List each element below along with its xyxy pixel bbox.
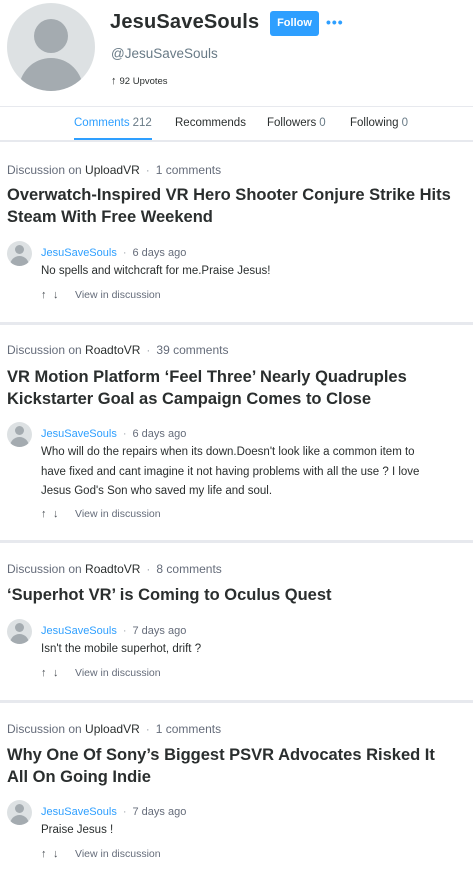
avatar-body-shape <box>19 58 83 91</box>
tab-label: Following <box>350 117 399 129</box>
comment-author[interactable]: JesuSaveSouls <box>41 428 117 440</box>
comment-author-line: JesuSaveSouls · 6 days ago <box>41 247 186 259</box>
discussion-meta: Discussion on UploadVR · 1 comments <box>7 163 221 177</box>
avatar-body-shape <box>10 815 29 825</box>
discussion-prefix: Discussion on <box>7 163 82 177</box>
discussion-prefix: Discussion on <box>7 343 82 357</box>
comment-text: Who will do the repairs when its down.Do… <box>41 446 420 497</box>
comment-avatar[interactable] <box>7 422 32 447</box>
discussion-item: Discussion on UploadVR · 1 comments Overwa… <box>0 143 473 323</box>
profile-username: JesuSaveSouls <box>110 11 260 33</box>
profile-tabs: Comments 212 Recommends Followers 0 Follow… <box>0 107 473 142</box>
avatar-head-shape <box>15 245 24 254</box>
forum-link[interactable]: UploadVR <box>85 163 140 177</box>
comment-time[interactable]: 7 days ago <box>133 625 187 637</box>
tab-label: Comments <box>74 117 130 129</box>
avatar-body-shape <box>10 437 29 447</box>
comment-actions: ↑ ↓ View in discussion <box>41 289 161 301</box>
tab-following[interactable]: Following 0 <box>350 117 408 129</box>
comment-author[interactable]: JesuSaveSouls <box>41 625 117 637</box>
profile-handle: @JesuSaveSouls <box>111 46 218 61</box>
separator-dot: · <box>145 722 150 736</box>
comment-text: Isn't the mobile superhot, drift ? <box>41 643 202 655</box>
discussion-item: Discussion on RoadtoVR · 39 comments VR Mo… <box>0 325 473 540</box>
separator-dot: · <box>146 562 151 576</box>
avatar-head-shape <box>15 623 24 632</box>
upvote-icon[interactable]: ↑ <box>41 848 53 860</box>
downvote-icon[interactable]: ↓ <box>53 508 65 520</box>
separator-dot: · <box>122 806 127 818</box>
tab-label: Followers <box>267 117 317 129</box>
comment-actions: ↑ ↓ View in discussion <box>41 667 161 679</box>
avatar-head-shape <box>34 19 68 53</box>
comment-time[interactable]: 6 days ago <box>133 247 187 259</box>
discussion-prefix: Discussion on <box>7 722 82 736</box>
tab-count: 212 <box>132 117 152 129</box>
tab-followers[interactable]: Followers 0 <box>267 117 326 129</box>
view-in-discussion-link[interactable]: View in discussion <box>75 848 161 860</box>
comment-author[interactable]: JesuSaveSouls <box>41 806 117 818</box>
upvotes-count: ↑ 92 Upvotes <box>111 75 168 87</box>
discussion-title[interactable]: Overwatch-Inspired VR Hero Shooter Conju… <box>7 184 459 228</box>
separator-dot: · <box>122 625 127 637</box>
view-in-discussion-link[interactable]: View in discussion <box>75 508 161 520</box>
separator-dot: · <box>122 428 127 440</box>
avatar-head-shape <box>15 804 24 813</box>
comment-author-line: JesuSaveSouls · 6 days ago <box>41 428 186 440</box>
view-in-discussion-link[interactable]: View in discussion <box>75 667 161 679</box>
comment-avatar[interactable] <box>7 800 32 825</box>
downvote-icon[interactable]: ↓ <box>53 667 65 679</box>
upvote-arrow-icon: ↑ <box>111 75 117 87</box>
avatar-body-shape <box>10 634 29 644</box>
profile-header: JesuSaveSouls Follow ••• @JesuSaveSouls … <box>0 0 473 107</box>
upvote-icon[interactable]: ↑ <box>41 667 53 679</box>
avatar-body-shape <box>10 256 29 266</box>
comment-count[interactable]: 39 comments <box>156 343 228 357</box>
upvote-icon[interactable]: ↑ <box>41 289 53 301</box>
tab-count: 0 <box>401 117 408 129</box>
tab-label: Recommends <box>175 117 246 129</box>
avatar-head-shape <box>15 426 24 435</box>
tab-recommends[interactable]: Recommends <box>175 117 246 129</box>
tab-comments[interactable]: Comments 212 <box>74 117 152 140</box>
comment-author-line: JesuSaveSouls · 7 days ago <box>41 625 186 637</box>
forum-link[interactable]: RoadtoVR <box>85 562 140 576</box>
comment-text: Praise Jesus ! <box>41 824 114 836</box>
discussion-prefix: Discussion on <box>7 562 82 576</box>
forum-link[interactable]: UploadVR <box>85 722 140 736</box>
tab-count: 0 <box>319 117 326 129</box>
comment-author-line: JesuSaveSouls · 7 days ago <box>41 806 186 818</box>
discussion-title[interactable]: Why One Of Sony’s Biggest PSVR Advocates… <box>7 744 459 788</box>
separator-dot: · <box>145 163 150 177</box>
upvotes-label: 92 Upvotes <box>119 76 168 87</box>
comment-time[interactable]: 6 days ago <box>133 428 187 440</box>
separator-dot: · <box>146 343 151 357</box>
discussion-item: Discussion on RoadtoVR · 8 comments ‘Super… <box>0 543 473 700</box>
discussion-title[interactable]: VR Motion Platform ‘Feel Three’ Nearly Q… <box>7 366 459 410</box>
view-in-discussion-link[interactable]: View in discussion <box>75 289 161 301</box>
avatar[interactable] <box>7 3 95 91</box>
comment-count[interactable]: 1 comments <box>156 722 221 736</box>
downvote-icon[interactable]: ↓ <box>53 289 65 301</box>
comment-text: No spells and witchcraft for me.Praise J… <box>41 265 271 277</box>
comment-author[interactable]: JesuSaveSouls <box>41 247 117 259</box>
discussion-meta: Discussion on RoadtoVR · 8 comments <box>7 562 222 576</box>
comment-avatar[interactable] <box>7 241 32 266</box>
comment-count[interactable]: 8 comments <box>156 562 221 576</box>
upvote-icon[interactable]: ↑ <box>41 508 53 520</box>
separator-dot: · <box>122 247 127 259</box>
comment-count[interactable]: 1 comments <box>156 163 221 177</box>
comment-actions: ↑ ↓ View in discussion <box>41 508 161 520</box>
comment-time[interactable]: 7 days ago <box>133 806 187 818</box>
discussion-meta: Discussion on UploadVR · 1 comments <box>7 722 221 736</box>
discussion-item: Discussion on UploadVR · 1 comments Why On… <box>0 703 473 877</box>
follow-button[interactable]: Follow <box>270 11 319 36</box>
discussion-meta: Discussion on RoadtoVR · 39 comments <box>7 343 228 357</box>
comment-actions: ↑ ↓ View in discussion <box>41 848 161 860</box>
discussion-title[interactable]: ‘Superhot VR’ is Coming to Oculus Quest <box>7 584 459 606</box>
comment-avatar[interactable] <box>7 619 32 644</box>
forum-link[interactable]: RoadtoVR <box>85 343 140 357</box>
downvote-icon[interactable]: ↓ <box>53 848 65 860</box>
more-dots-icon[interactable]: ••• <box>326 14 344 30</box>
